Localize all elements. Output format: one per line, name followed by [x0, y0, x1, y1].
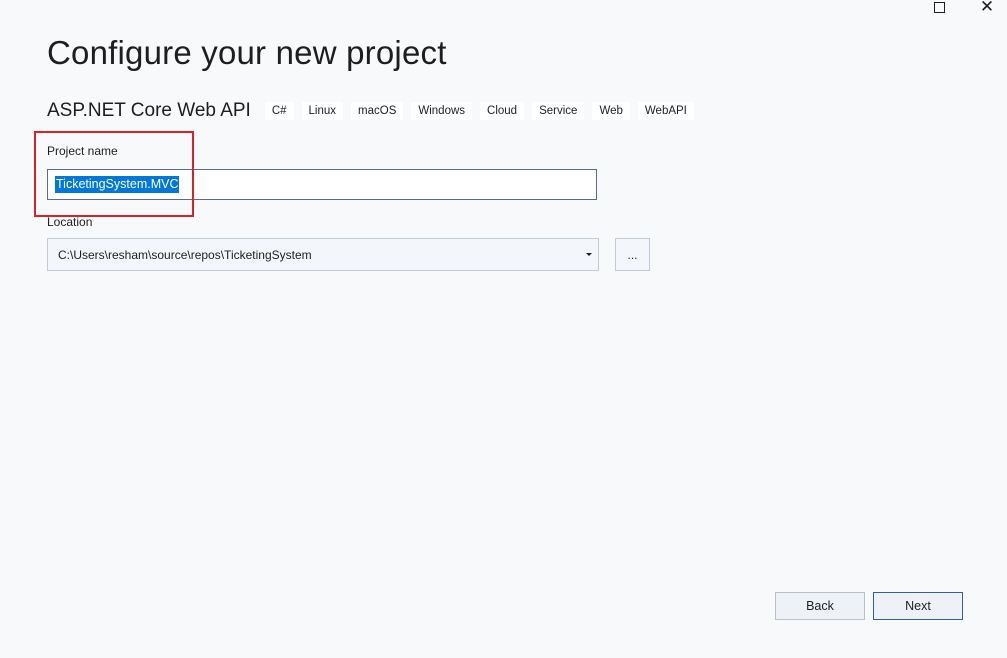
tag: Cloud [480, 102, 525, 120]
browse-button[interactable]: ... [615, 238, 650, 271]
maximize-button[interactable] [916, 0, 962, 14]
maximize-icon [933, 1, 945, 13]
tag: macOS [351, 102, 404, 120]
next-button[interactable]: Next [873, 592, 963, 620]
project-name-input[interactable]: TicketingSystem.MVC [47, 169, 597, 200]
tag: Windows [411, 102, 473, 120]
back-button[interactable]: Back [775, 592, 865, 620]
page-title: Configure your new project [47, 34, 447, 71]
tag: WebAPI [637, 102, 694, 120]
project-name-label: Project name [47, 144, 118, 158]
close-button[interactable]: ✕ [964, 0, 1007, 16]
chevron-down-icon[interactable] [586, 253, 592, 256]
tag: C# [264, 102, 294, 120]
project-name-value: TicketingSystem.MVC [55, 176, 180, 193]
tag: Linux [301, 102, 344, 120]
template-info: ASP.NET Core Web API C# Linux macOS Wind… [47, 99, 702, 123]
tag: Service [532, 102, 585, 120]
location-label: Location [47, 215, 93, 229]
template-name: ASP.NET Core Web API [47, 100, 251, 121]
close-icon: ✕ [979, 0, 995, 16]
location-combobox[interactable]: C:\Users\resham\source\repos\TicketingSy… [47, 238, 599, 271]
location-value: C:\Users\resham\source\repos\TicketingSy… [58, 247, 312, 262]
tag: Web [592, 102, 630, 120]
